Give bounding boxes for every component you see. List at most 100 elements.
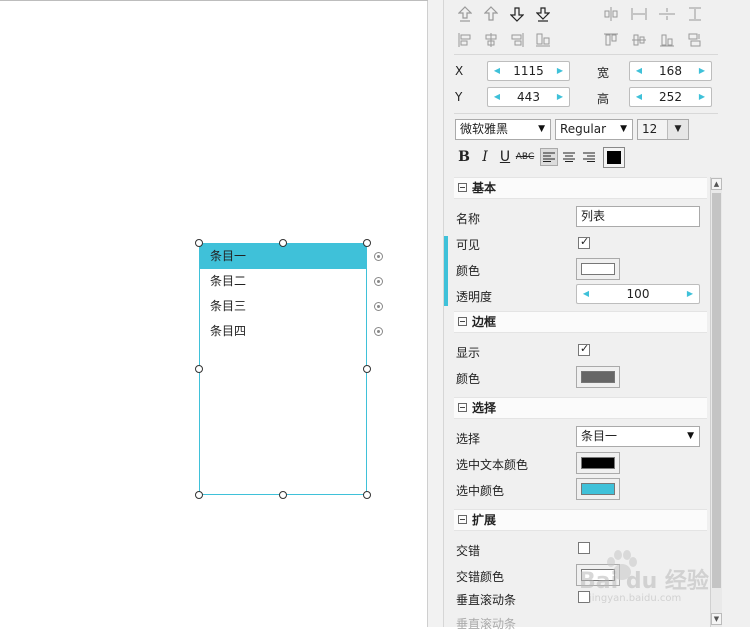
align-center-vertical-icon[interactable]: [602, 5, 620, 23]
text-align-center-icon[interactable]: [560, 148, 578, 166]
scroll-up-icon[interactable]: ▲: [711, 178, 722, 190]
name-label: 名称: [456, 212, 481, 226]
selected-color-button[interactable]: [576, 478, 620, 500]
height-value[interactable]: 252: [646, 88, 695, 106]
align-bottom-text-icon[interactable]: [534, 31, 552, 49]
list-item-1[interactable]: 条目一: [200, 244, 366, 269]
collapse-icon[interactable]: [458, 183, 467, 192]
width-stepper[interactable]: ◀ 168 ▶: [629, 61, 712, 81]
increment-icon[interactable]: ▶: [695, 88, 709, 106]
resize-handle-ne[interactable]: [363, 239, 371, 247]
selected-color-label: 选中颜色: [456, 484, 505, 498]
increment-icon[interactable]: ▶: [553, 62, 567, 80]
x-value[interactable]: 1115: [504, 62, 553, 80]
font-family-value: 微软雅黑: [460, 122, 509, 136]
border-color-button[interactable]: [576, 366, 620, 388]
width-value[interactable]: 168: [646, 62, 695, 80]
resize-handle-e[interactable]: [363, 365, 371, 373]
item-interaction-icon[interactable]: [374, 302, 383, 311]
border-show-checkbox[interactable]: ✓: [578, 342, 590, 356]
text-align-left-icon[interactable]: [540, 148, 558, 166]
panel-splitter[interactable]: [428, 0, 444, 627]
collapse-icon[interactable]: [458, 403, 467, 412]
name-input[interactable]: 列表: [576, 206, 700, 227]
section-basic-header[interactable]: 基本: [454, 177, 707, 199]
list-item-2[interactable]: 条目二: [200, 269, 366, 294]
opacity-stepper[interactable]: ◀ 100 ▶: [576, 284, 700, 304]
decrement-icon[interactable]: ◀: [632, 62, 646, 80]
collapse-icon[interactable]: [458, 317, 467, 326]
decrement-icon[interactable]: ◀: [579, 285, 593, 303]
align-center-icon[interactable]: [482, 31, 500, 49]
visible-checkbox[interactable]: ✓: [578, 235, 590, 249]
align-vcenter-icon[interactable]: [630, 31, 648, 49]
decrement-icon[interactable]: ◀: [490, 88, 504, 106]
bring-to-front-icon[interactable]: [456, 5, 474, 23]
y-value[interactable]: 443: [504, 88, 553, 106]
list-item-3[interactable]: 条目三: [200, 294, 366, 319]
text-color-button[interactable]: [603, 147, 625, 168]
resize-handle-sw[interactable]: [195, 491, 203, 499]
selected-item-select[interactable]: 条目一 ▼: [576, 426, 700, 447]
resize-handle-w[interactable]: [195, 365, 203, 373]
align-left-icon[interactable]: [456, 31, 474, 49]
font-size-select[interactable]: 12 ▼: [637, 119, 689, 140]
match-size-icon[interactable]: [686, 31, 704, 49]
send-backward-icon[interactable]: [508, 5, 526, 23]
align-middle-icon[interactable]: [658, 5, 676, 23]
resize-handle-se[interactable]: [363, 491, 371, 499]
y-stepper[interactable]: ◀ 443 ▶: [487, 87, 570, 107]
resize-handle-nw[interactable]: [195, 239, 203, 247]
list-item-4[interactable]: 条目四: [200, 319, 366, 344]
selected-text-color-button[interactable]: [576, 452, 620, 474]
align-right-icon[interactable]: [508, 31, 526, 49]
baidu-watermark: Bai du 经验 jingyan.baidu.com: [575, 545, 725, 615]
chevron-down-icon: ▼: [620, 124, 627, 134]
divider: [454, 113, 718, 114]
section-extend-header[interactable]: 扩展: [454, 509, 707, 531]
font-weight-select[interactable]: Regular ▼: [555, 119, 633, 140]
vscroll-width-label: 垂直滚动条: [456, 617, 517, 631]
item-interaction-icon[interactable]: [374, 277, 383, 286]
italic-button[interactable]: I: [476, 147, 494, 167]
section-border-header[interactable]: 边框: [454, 311, 707, 333]
x-label: X: [455, 64, 464, 78]
decrement-icon[interactable]: ◀: [490, 62, 504, 80]
section-selection-header[interactable]: 选择: [454, 397, 707, 419]
increment-icon[interactable]: ▶: [695, 62, 709, 80]
bring-forward-icon[interactable]: [482, 5, 500, 23]
border-color-swatch: [581, 371, 615, 383]
x-stepper[interactable]: ◀ 1115 ▶: [487, 61, 570, 81]
height-stepper[interactable]: ◀ 252 ▶: [629, 87, 712, 107]
fill-color-label: 颜色: [456, 264, 481, 278]
send-to-back-icon[interactable]: [534, 5, 552, 23]
align-top-icon[interactable]: [602, 31, 620, 49]
fill-color-button[interactable]: [576, 258, 620, 280]
decrement-icon[interactable]: ◀: [632, 88, 646, 106]
opacity-value[interactable]: 100: [593, 285, 683, 303]
underline-button[interactable]: U: [496, 147, 514, 167]
resize-handle-n[interactable]: [279, 239, 287, 247]
scrollbar-thumb[interactable]: [712, 193, 721, 588]
font-family-select[interactable]: 微软雅黑 ▼: [455, 119, 551, 140]
check-icon: ✓: [580, 342, 590, 355]
bold-button[interactable]: B: [455, 147, 473, 167]
panel-collapse-tab[interactable]: [444, 236, 448, 306]
alternate-label: 交错: [456, 544, 481, 558]
collapse-icon[interactable]: [458, 515, 467, 524]
item-interaction-icon[interactable]: [374, 327, 383, 336]
list-widget[interactable]: 条目一 条目二 条目三 条目四: [199, 243, 367, 495]
chevron-down-icon: ▼: [538, 124, 545, 134]
item-interaction-icon[interactable]: [374, 252, 383, 261]
resize-handle-s[interactable]: [279, 491, 287, 499]
increment-icon[interactable]: ▶: [683, 285, 697, 303]
opacity-label: 透明度: [456, 290, 493, 304]
distribute-horizontal-icon[interactable]: [630, 5, 648, 23]
canvas-top-border: [0, 0, 428, 1]
align-bottom-icon[interactable]: [658, 31, 676, 49]
distribute-vertical-icon[interactable]: [686, 5, 704, 23]
strikethrough-button[interactable]: ABC: [515, 147, 535, 167]
section-title: 扩展: [472, 513, 497, 527]
text-align-right-icon[interactable]: [580, 148, 598, 166]
increment-icon[interactable]: ▶: [553, 88, 567, 106]
